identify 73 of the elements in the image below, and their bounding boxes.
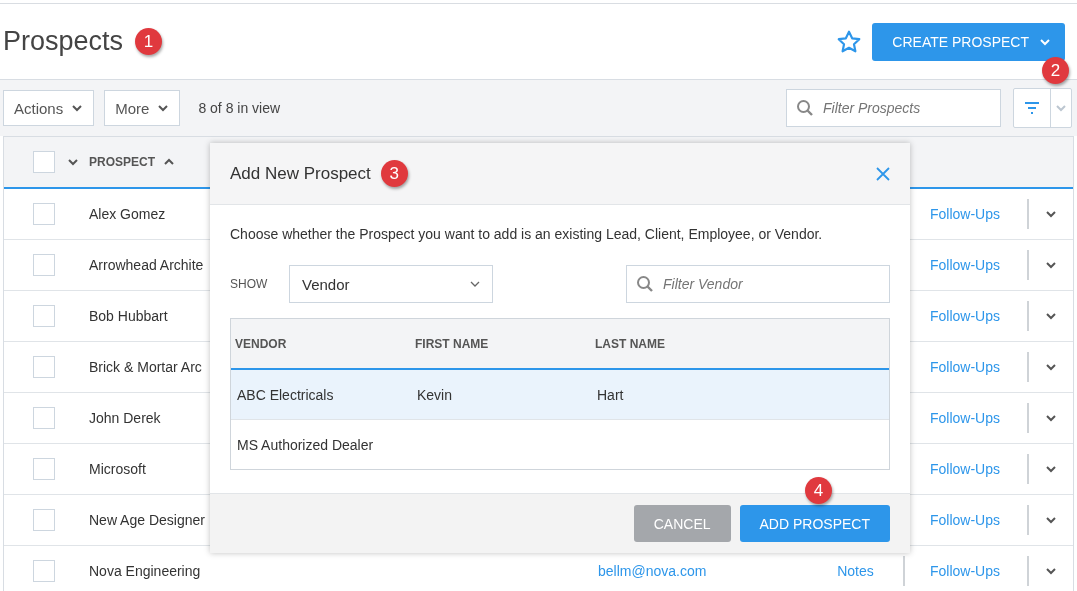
caret-icon[interactable] (1045, 414, 1057, 422)
row-checkbox[interactable] (33, 254, 55, 276)
cancel-button[interactable]: CANCEL (633, 505, 731, 542)
table-cell: Kevin (417, 386, 453, 403)
row-checkbox[interactable] (33, 458, 55, 480)
more-button[interactable]: More (104, 90, 181, 126)
filter-button[interactable] (1013, 88, 1072, 128)
column-header: FIRST NAME (414, 336, 490, 351)
row-checkbox[interactable] (33, 203, 55, 225)
row-checkbox[interactable] (33, 560, 55, 582)
show-select[interactable]: Vendor (289, 265, 493, 303)
caret-icon[interactable] (1045, 261, 1057, 269)
caret-icon (470, 281, 480, 287)
table-cell: ABC Electricals (237, 386, 334, 403)
follow-ups-link[interactable]: Follow-Ups (930, 206, 1000, 222)
column-header: LAST NAME (594, 336, 666, 351)
view-count: 8 of 8 in view (198, 100, 281, 116)
caret-icon[interactable] (1045, 363, 1057, 371)
caret-icon (1039, 37, 1051, 46)
follow-ups-link[interactable]: Follow-Ups (930, 563, 1000, 579)
actions-button[interactable]: Actions (3, 90, 95, 126)
add-prospect-button[interactable]: ADD PROSPECT (739, 505, 890, 542)
callout-badge: 1 (135, 28, 163, 55)
table-cell: Hart (597, 386, 624, 403)
show-label: SHOW (230, 277, 269, 291)
follow-ups-link[interactable]: Follow-Ups (930, 512, 1000, 528)
caret-icon (157, 104, 170, 112)
dialog-title: Add New Prospect (230, 163, 371, 184)
email-link[interactable]: bellm@nova.com (598, 563, 707, 579)
follow-ups-link[interactable]: Follow-Ups (930, 359, 1000, 375)
prospect-name: Bob Hubbart (89, 308, 168, 324)
notes-link[interactable]: Notes (837, 563, 874, 579)
star-icon[interactable] (836, 28, 863, 55)
select-all-checkbox[interactable] (33, 151, 55, 173)
filter-icon (1024, 102, 1040, 114)
prospect-name: Nova Engineering (89, 563, 201, 579)
dialog-description: Choose whether the Prospect you want to add is an existing Lead, Client, Employee, or Vendor. (230, 226, 824, 242)
close-icon[interactable] (876, 166, 890, 181)
caret-icon[interactable] (67, 158, 79, 166)
row-checkbox[interactable] (33, 305, 55, 327)
search-icon (796, 99, 814, 117)
follow-ups-link[interactable]: Follow-Ups (930, 461, 1000, 477)
caret-icon[interactable] (1045, 465, 1057, 473)
create-prospect-button[interactable]: CREATE PROSPECT (872, 22, 1065, 61)
callout-badge: 3 (380, 160, 408, 187)
caret-icon[interactable] (1045, 567, 1057, 575)
prospect-name: Alex Gomez (89, 206, 166, 222)
filter-prospects-field[interactable]: Filter Prospects (786, 89, 1001, 127)
prospect-name: Arrowhead Archite (89, 257, 204, 273)
column-header: VENDOR (234, 336, 288, 351)
caret-icon (1055, 104, 1067, 112)
follow-ups-link[interactable]: Follow-Ups (930, 257, 1000, 273)
caret-icon[interactable] (1045, 516, 1057, 524)
row-checkbox[interactable] (33, 407, 55, 429)
page-title: Prospects (3, 26, 124, 57)
follow-ups-link[interactable]: Follow-Ups (930, 410, 1000, 426)
prospect-name: John Derek (89, 410, 161, 426)
caret-icon (71, 104, 84, 112)
vendor-row[interactable]: MS Authorized Dealer (231, 420, 889, 469)
caret-icon[interactable] (1045, 210, 1057, 218)
table-cell: MS Authorized Dealer (237, 436, 374, 453)
prospect-name: New Age Designer (89, 512, 205, 528)
caret-icon[interactable] (1045, 312, 1057, 320)
follow-ups-link[interactable]: Follow-Ups (930, 308, 1000, 324)
row-checkbox[interactable] (33, 509, 55, 531)
filter-vendor-field[interactable]: Filter Vendor (626, 265, 890, 303)
vendor-row[interactable]: ABC Electricals Kevin Hart (231, 370, 889, 420)
prospect-name: Microsoft (89, 461, 146, 477)
row-checkbox[interactable] (33, 356, 55, 378)
sort-up-icon[interactable] (163, 158, 175, 166)
prospect-name: Brick & Mortar Arc (89, 359, 202, 375)
column-header[interactable]: PROSPECT (89, 155, 155, 169)
search-icon (636, 275, 654, 293)
